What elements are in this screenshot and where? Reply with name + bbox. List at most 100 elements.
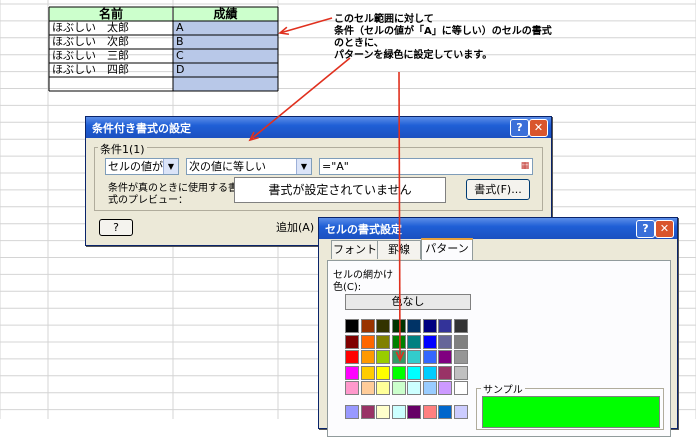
format-preview-box: 書式が設定されていません [234, 177, 446, 203]
color-swatch[interactable] [407, 350, 421, 364]
color-swatch[interactable] [345, 404, 359, 419]
grade-cell[interactable]: C [176, 49, 184, 63]
color-swatch[interactable] [391, 381, 406, 395]
color-swatch[interactable] [360, 334, 375, 349]
help-button[interactable]: ? [99, 219, 133, 236]
operator-select[interactable]: 次の値に等しい ▼ [186, 158, 312, 175]
cond-dialog-titlebar[interactable]: 条件付き書式の設定 ? ✕ [86, 117, 551, 138]
grade-cell[interactable]: B [176, 35, 184, 49]
color-swatch[interactable] [345, 334, 359, 349]
color-swatch[interactable] [422, 404, 437, 419]
color-swatch[interactable] [345, 365, 359, 380]
callout-line: 条件（セルの値が「A」に等しい）のセルの書式 [334, 26, 552, 37]
tab-border[interactable]: 罫線 [377, 240, 421, 259]
color-swatch[interactable] [376, 365, 390, 380]
range-picker-icon[interactable]: ▦ [518, 159, 532, 174]
tab-font[interactable]: フォント [331, 240, 379, 259]
color-swatch[interactable] [422, 350, 437, 364]
tab-label: フォント [333, 243, 377, 256]
color-swatch[interactable] [376, 319, 390, 333]
color-label: 色(C): [333, 282, 362, 293]
color-swatch[interactable] [407, 381, 421, 395]
column-header[interactable]: 成績 [173, 7, 278, 21]
format-button-label: 書式(F)... [474, 183, 522, 196]
formula-input[interactable]: ="A" ▦ [319, 158, 533, 175]
format-cells-dialog: セルの書式設定 ? ✕ フォント 罫線 パターン セルの網かけ 色(C): 色な… [318, 217, 678, 437]
color-swatch[interactable] [376, 350, 390, 364]
cond-dialog-title: 条件付き書式の設定 [92, 122, 191, 135]
name-cell[interactable]: ほぶしい 三郎 [52, 49, 129, 63]
color-swatch[interactable] [360, 350, 375, 364]
chevron-down-icon[interactable]: ▼ [163, 159, 178, 174]
help-title-button[interactable]: ? [510, 119, 529, 137]
formula-value: ="A" [322, 160, 349, 173]
callout-annotation: このセル範囲に対して 条件（セルの値が「A」に等しい）のセルの書式 のときに、 … [334, 14, 552, 62]
no-color-button[interactable]: 色なし [345, 294, 471, 310]
help-title-button[interactable]: ? [636, 220, 655, 238]
help-button-label: ? [113, 221, 119, 234]
grade-cell[interactable]: D [176, 63, 184, 77]
color-swatch[interactable] [376, 404, 390, 419]
color-swatch[interactable] [345, 350, 359, 364]
color-swatch[interactable] [438, 381, 452, 395]
condition-type-select[interactable]: セルの値が ▼ [105, 158, 179, 175]
color-swatch[interactable] [391, 365, 406, 380]
preview-label: 式のプレビュー： [108, 195, 188, 206]
condition-type-value: セルの値が [108, 160, 163, 173]
name-cell[interactable]: ほぶしい 四郎 [52, 63, 129, 77]
color-swatch[interactable] [422, 334, 437, 349]
color-swatch[interactable] [438, 350, 452, 364]
color-swatch[interactable] [376, 381, 390, 395]
tab-label: 罫線 [388, 243, 410, 256]
color-swatch[interactable] [360, 365, 375, 380]
format-dialog-titlebar[interactable]: セルの書式設定 ? ✕ [319, 218, 677, 239]
color-swatch[interactable] [407, 404, 421, 419]
no-color-label: 色なし [391, 295, 425, 308]
chevron-down-icon[interactable]: ▼ [296, 159, 311, 174]
color-swatch[interactable] [407, 319, 421, 333]
color-swatch[interactable] [453, 404, 468, 419]
color-swatch[interactable] [453, 381, 468, 395]
operator-value: 次の値に等しい [189, 160, 266, 173]
sample-preview [482, 396, 660, 428]
color-swatch[interactable] [391, 404, 406, 419]
color-swatch[interactable] [391, 334, 406, 349]
add-button-label: 追加(A) [276, 221, 315, 234]
close-button[interactable]: ✕ [655, 220, 674, 238]
color-swatch[interactable] [438, 365, 452, 380]
name-cell[interactable]: ほぶしい 太郎 [52, 21, 129, 35]
color-swatch[interactable] [360, 381, 375, 395]
color-swatch[interactable] [376, 334, 390, 349]
grade-cell[interactable]: A [176, 21, 184, 35]
color-swatch[interactable] [345, 381, 359, 395]
color-swatch[interactable] [422, 381, 437, 395]
callout-line: パターンを緑色に設定しています。 [334, 50, 493, 61]
color-swatch[interactable] [453, 365, 468, 380]
tab-pattern[interactable]: パターン [421, 238, 473, 261]
color-swatch[interactable] [453, 350, 468, 364]
format-button[interactable]: 書式(F)... [466, 179, 530, 200]
callout-line: このセル範囲に対して [334, 14, 434, 25]
color-swatch[interactable] [422, 365, 437, 380]
color-swatch[interactable] [453, 319, 468, 333]
preview-text: 書式が設定されていません [268, 183, 412, 197]
condition-1-label: 条件1(1) [98, 141, 147, 157]
color-swatch[interactable] [438, 319, 452, 333]
color-swatch[interactable] [407, 365, 421, 380]
color-swatch[interactable] [438, 334, 452, 349]
color-swatch[interactable] [345, 319, 359, 333]
color-swatch[interactable] [360, 404, 375, 419]
sample-label: サンプル [481, 381, 525, 396]
close-button[interactable]: ✕ [529, 119, 548, 137]
color-swatch[interactable] [453, 334, 468, 349]
color-swatch[interactable] [391, 319, 406, 333]
format-dialog-title: セルの書式設定 [325, 223, 402, 236]
color-swatch[interactable] [438, 404, 452, 419]
name-cell[interactable]: ほぶしい 次郎 [52, 35, 129, 49]
tab-label: パターン [425, 242, 469, 255]
color-swatch[interactable] [360, 319, 375, 333]
color-swatch[interactable] [422, 319, 437, 333]
color-swatch[interactable] [407, 334, 421, 349]
color-swatch[interactable] [391, 350, 406, 364]
column-header[interactable]: 名前 [49, 7, 173, 21]
